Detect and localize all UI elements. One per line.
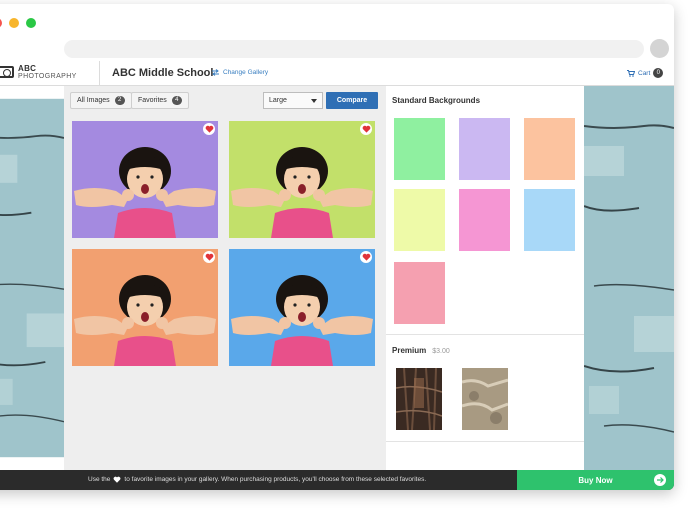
all-images-label: All Images xyxy=(77,97,110,104)
cart-button[interactable]: Cart 0 xyxy=(627,68,664,78)
standard-backgrounds-title: Standard Backgrounds xyxy=(392,96,481,105)
peeling-paint-background-right xyxy=(584,86,674,470)
header-divider xyxy=(99,61,100,86)
logo-text-bottom: PHOTOGRAPHY xyxy=(18,73,77,80)
premium-background-wood[interactable] xyxy=(396,368,442,430)
size-select-value: Large xyxy=(269,97,287,104)
arrow-right-icon xyxy=(654,474,666,486)
minimize-window-button[interactable] xyxy=(9,18,19,28)
swap-icon xyxy=(212,69,219,76)
gallery-photo[interactable] xyxy=(72,249,218,366)
tip-text-before: Use the xyxy=(88,476,111,483)
change-gallery-label: Change Gallery xyxy=(223,69,269,76)
premium-background-stone[interactable] xyxy=(462,368,508,430)
gallery-photo[interactable] xyxy=(229,249,375,366)
size-select[interactable]: Large xyxy=(263,92,323,109)
buy-now-label: Buy Now xyxy=(578,475,613,485)
peeling-paint-background-left xyxy=(0,86,64,470)
backgrounds-panel: Standard Backgrounds Premium $3.00 xyxy=(386,86,584,470)
background-swatch[interactable] xyxy=(394,262,445,324)
panel-divider xyxy=(386,334,584,335)
gallery-photo[interactable] xyxy=(72,121,218,238)
cart-label: Cart xyxy=(638,69,651,77)
app-header: ABC PHOTOGRAPHY ABC Middle School Change… xyxy=(0,61,674,86)
background-swatch[interactable] xyxy=(394,189,445,251)
heart-icon xyxy=(114,476,121,483)
favorites-tip: Use the to favorite images in your galle… xyxy=(88,476,426,483)
compare-button[interactable]: Compare xyxy=(326,92,378,109)
favorites-label: Favorites xyxy=(138,97,167,104)
background-swatch[interactable] xyxy=(394,118,445,180)
all-images-button[interactable]: All Images 2 xyxy=(70,92,132,109)
all-images-count: 2 xyxy=(114,96,125,105)
change-gallery-link[interactable]: Change Gallery xyxy=(211,69,268,76)
abc-photography-logo[interactable]: ABC PHOTOGRAPHY xyxy=(0,62,102,84)
footer-bar: Use the to favorite images in your galle… xyxy=(0,470,674,490)
premium-price: $3.00 xyxy=(432,348,450,355)
panel-divider xyxy=(386,441,584,442)
cart-icon xyxy=(627,69,635,77)
address-bar[interactable] xyxy=(64,40,644,58)
logo-text-top: ABC xyxy=(18,64,37,73)
chevron-down-icon xyxy=(311,98,317,103)
school-name: ABC Middle School xyxy=(112,67,214,79)
heart-icon[interactable] xyxy=(203,123,215,135)
favorites-button[interactable]: Favorites 4 xyxy=(131,92,189,109)
close-window-button[interactable] xyxy=(0,18,2,28)
favorites-count: 4 xyxy=(171,96,182,105)
premium-header: Premium $3.00 xyxy=(392,346,450,355)
buy-now-button[interactable]: Buy Now xyxy=(517,470,674,490)
heart-icon[interactable] xyxy=(203,251,215,263)
maximize-window-button[interactable] xyxy=(26,18,36,28)
tip-text-after: to favorite images in your gallery. When… xyxy=(124,476,427,483)
heart-icon[interactable] xyxy=(360,251,372,263)
background-swatch[interactable] xyxy=(459,189,510,251)
background-swatch[interactable] xyxy=(524,118,575,180)
background-swatch[interactable] xyxy=(459,118,510,180)
profile-avatar[interactable] xyxy=(650,39,669,58)
photo-gallery: All Images 2 Favorites 4 Large Compare xyxy=(64,86,386,470)
premium-title: Premium xyxy=(392,346,427,355)
cart-count-badge: 0 xyxy=(653,68,664,78)
gallery-photo[interactable] xyxy=(229,121,375,238)
browser-window: ABC PHOTOGRAPHY ABC Middle School Change… xyxy=(0,4,674,490)
window-controls xyxy=(0,18,36,28)
heart-icon[interactable] xyxy=(360,123,372,135)
camera-icon xyxy=(0,66,14,78)
background-swatch[interactable] xyxy=(524,189,575,251)
